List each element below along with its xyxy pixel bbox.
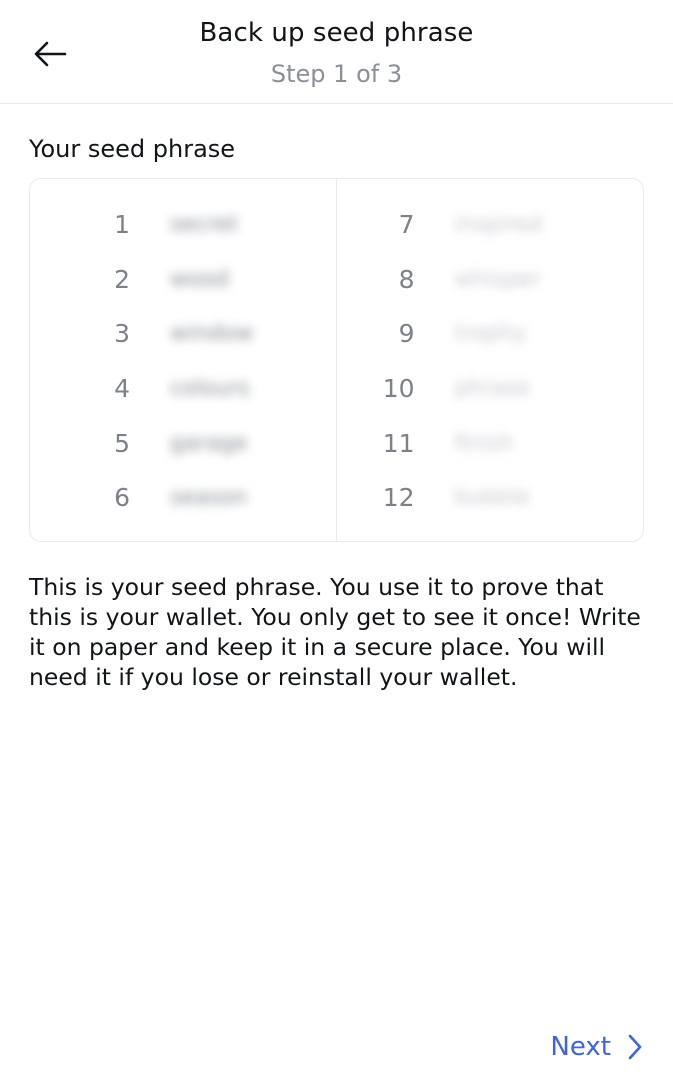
seed-word-number: 9 bbox=[398, 318, 415, 348]
page-title: Back up seed phrase bbox=[199, 18, 474, 48]
seed-word-number: 6 bbox=[114, 482, 130, 512]
seed-word-row: 3 window bbox=[30, 313, 336, 353]
seed-word-row: 5 garage bbox=[30, 423, 336, 463]
seed-word-row: 12 bubble bbox=[337, 477, 644, 517]
backup-seed-screen: Back up seed phrase Step 1 of 3 Your see… bbox=[0, 0, 673, 1084]
seed-word-number: 10 bbox=[382, 373, 415, 403]
seed-column-right: 7 inspired 8 whisper 9 trophy 10 phrase … bbox=[337, 179, 644, 541]
seed-word-hidden: whisper bbox=[454, 266, 541, 292]
seed-phrase-card: 1 secret 2 wood 3 window 4 colours 5 gar… bbox=[29, 178, 644, 542]
chevron-right-icon bbox=[628, 1034, 642, 1060]
seed-word-number: 11 bbox=[382, 428, 415, 458]
seed-word-number: 3 bbox=[114, 318, 130, 348]
seed-phrase-label: Your seed phrase bbox=[29, 135, 236, 163]
seed-word-row: 10 phrase bbox=[337, 368, 644, 408]
seed-word-row: 1 secret bbox=[30, 204, 336, 244]
seed-word-hidden: inspired bbox=[454, 211, 543, 237]
seed-word-hidden: garage bbox=[170, 430, 248, 456]
seed-word-row: 2 wood bbox=[30, 259, 336, 299]
seed-word-number: 2 bbox=[114, 264, 130, 294]
seed-word-hidden: window bbox=[170, 320, 254, 346]
next-button-label: Next bbox=[550, 1032, 611, 1062]
seed-word-row: 7 inspired bbox=[337, 204, 644, 244]
seed-word-number: 5 bbox=[114, 428, 130, 458]
seed-word-hidden: bubble bbox=[454, 484, 531, 510]
seed-word-number: 8 bbox=[398, 264, 415, 294]
seed-word-hidden: phrase bbox=[454, 375, 530, 401]
seed-word-number: 4 bbox=[114, 373, 130, 403]
seed-word-row: 6 season bbox=[30, 477, 336, 517]
seed-word-row: 9 trophy bbox=[337, 313, 644, 353]
seed-column-left: 1 secret 2 wood 3 window 4 colours 5 gar… bbox=[30, 179, 337, 541]
seed-word-hidden: trophy bbox=[454, 320, 527, 346]
seed-word-number: 1 bbox=[114, 209, 130, 239]
seed-word-row: 4 colours bbox=[30, 368, 336, 408]
seed-word-number: 7 bbox=[398, 209, 415, 239]
seed-word-hidden: colours bbox=[170, 375, 250, 401]
seed-word-row: 11 finish bbox=[337, 423, 644, 463]
seed-word-row: 8 whisper bbox=[337, 259, 644, 299]
next-button[interactable]: Next bbox=[550, 1022, 643, 1072]
seed-word-hidden: secret bbox=[170, 211, 238, 237]
seed-word-hidden: season bbox=[170, 484, 248, 510]
header: Back up seed phrase Step 1 of 3 bbox=[0, 0, 673, 104]
seed-phrase-instructions: This is your seed phrase. You use it to … bbox=[29, 573, 641, 691]
step-indicator: Step 1 of 3 bbox=[270, 60, 403, 88]
seed-word-hidden: finish bbox=[454, 430, 514, 456]
seed-word-number: 12 bbox=[382, 482, 415, 512]
seed-word-hidden: wood bbox=[170, 266, 229, 292]
